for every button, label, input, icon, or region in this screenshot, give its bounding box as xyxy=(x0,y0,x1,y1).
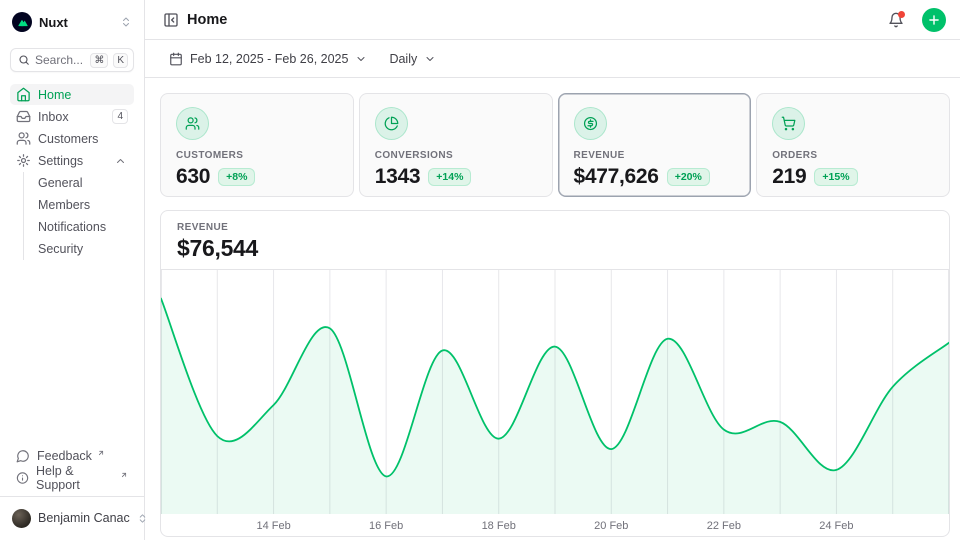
feedback-label: Feedback xyxy=(37,449,92,463)
sidebar-item-label: Customers xyxy=(38,132,128,146)
app-window: Nuxt Search... ⌘ K Home Inbox 4 xyxy=(0,0,960,540)
sidebar-item-home[interactable]: Home xyxy=(10,84,134,105)
sidebar-item-security[interactable]: Security xyxy=(24,238,134,260)
sidebar-item-label: General xyxy=(38,176,128,190)
sidebar: Nuxt Search... ⌘ K Home Inbox 4 xyxy=(0,0,145,540)
help-support-label: Help & Support xyxy=(36,464,115,492)
page-title: Home xyxy=(187,12,874,28)
nuxt-logo-icon xyxy=(12,12,32,32)
sidebar-item-label: Home xyxy=(38,88,128,102)
sidebar-item-members[interactable]: Members xyxy=(24,194,134,216)
stat-change-badge: +14% xyxy=(428,168,471,186)
svg-text:22 Feb: 22 Feb xyxy=(707,520,741,532)
panel-left-close-icon xyxy=(163,12,179,28)
svg-text:14 Feb: 14 Feb xyxy=(256,520,290,532)
stat-card-revenue[interactable]: REVENUE $477,626 +20% xyxy=(558,93,752,197)
sidebar-item-customers[interactable]: Customers xyxy=(10,128,134,149)
sidebar-footer: Feedback Help & Support Benjamin Canac xyxy=(10,445,134,532)
notification-dot xyxy=(898,11,905,18)
user-name: Benjamin Canac xyxy=(38,511,130,525)
sidebar-item-notifications[interactable]: Notifications xyxy=(24,216,134,238)
stat-label: CONVERSIONS xyxy=(375,150,537,161)
date-range-picker[interactable]: Feb 12, 2025 - Feb 26, 2025 xyxy=(169,52,367,66)
circle-dollar-icon xyxy=(574,107,607,140)
stat-card-orders[interactable]: ORDERS 219 +15% xyxy=(756,93,950,197)
chevron-down-icon xyxy=(355,53,367,65)
arrow-up-right-icon xyxy=(97,446,105,460)
home-icon xyxy=(16,87,31,102)
sidebar-item-label: Members xyxy=(38,198,128,212)
svg-text:18 Feb: 18 Feb xyxy=(482,520,516,532)
chart-title: REVENUE xyxy=(177,222,933,233)
filterbar: Feb 12, 2025 - Feb 26, 2025 Daily xyxy=(145,40,960,78)
stat-change-badge: +20% xyxy=(667,168,710,186)
user-menu[interactable]: Benjamin Canac xyxy=(10,504,134,532)
stat-value: 219 xyxy=(772,165,806,189)
notifications-button[interactable] xyxy=(882,6,910,34)
area-chart-svg: 14 Feb 16 Feb 18 Feb 20 Feb 22 Feb 24 Feb xyxy=(161,270,949,536)
message-circle-icon xyxy=(16,449,30,463)
sidebar-item-label: Notifications xyxy=(38,220,128,234)
stat-label: REVENUE xyxy=(574,150,736,161)
stat-value: 1343 xyxy=(375,165,421,189)
users-icon xyxy=(176,107,209,140)
calendar-icon xyxy=(169,52,183,66)
kbd-meta: ⌘ xyxy=(90,53,108,68)
inbox-icon xyxy=(16,109,31,124)
search-icon xyxy=(18,54,30,66)
period-label: Daily xyxy=(389,52,417,66)
sidebar-item-settings[interactable]: Settings xyxy=(10,150,134,171)
chevron-up-icon xyxy=(113,155,128,167)
date-range-label: Feb 12, 2025 - Feb 26, 2025 xyxy=(190,52,348,66)
pie-chart-icon xyxy=(375,107,408,140)
help-support-link[interactable]: Help & Support xyxy=(10,467,134,489)
search-placeholder: Search... xyxy=(35,53,85,67)
sidebar-divider xyxy=(0,496,144,497)
main-panel: Home Feb 12, 2025 - Feb 26, 2025 Daily xyxy=(145,0,960,540)
gear-icon xyxy=(16,153,31,168)
workspace-name: Nuxt xyxy=(39,15,113,30)
sidebar-item-general[interactable]: General xyxy=(24,172,134,194)
sidebar-nav: Home Inbox 4 Customers Settings Gener xyxy=(10,84,134,260)
info-circle-icon xyxy=(16,471,29,485)
collapse-sidebar-button[interactable] xyxy=(163,12,179,28)
arrow-up-right-icon xyxy=(120,468,128,482)
stat-value: $477,626 xyxy=(574,165,659,189)
chevron-down-icon xyxy=(424,53,436,65)
chevrons-up-down-icon xyxy=(120,16,132,28)
revenue-chart-card: REVENUE $76,544 14 Feb 16 Feb 18 Feb 20 Feb… xyxy=(160,210,950,537)
plus-icon xyxy=(927,13,941,27)
svg-text:16 Feb: 16 Feb xyxy=(369,520,403,532)
svg-text:20 Feb: 20 Feb xyxy=(594,520,628,532)
sidebar-item-inbox[interactable]: Inbox 4 xyxy=(10,106,134,127)
shopping-cart-icon xyxy=(772,107,805,140)
stat-change-badge: +15% xyxy=(814,168,857,186)
avatar xyxy=(12,509,31,528)
stat-label: ORDERS xyxy=(772,150,934,161)
period-select[interactable]: Daily xyxy=(389,52,436,66)
sidebar-item-label: Security xyxy=(38,242,128,256)
chart-header: REVENUE $76,544 xyxy=(161,211,949,270)
stat-change-badge: +8% xyxy=(218,168,255,186)
sidebar-item-label: Settings xyxy=(38,154,106,168)
stat-value: 630 xyxy=(176,165,210,189)
content: CUSTOMERS 630 +8% CONVERSIONS 1343 +14% xyxy=(145,78,960,540)
add-button[interactable] xyxy=(922,8,946,32)
search-input[interactable]: Search... ⌘ K xyxy=(10,48,134,72)
kbd-k: K xyxy=(113,53,128,68)
workspace-switcher[interactable]: Nuxt xyxy=(10,8,134,36)
stat-card-conversions[interactable]: CONVERSIONS 1343 +14% xyxy=(359,93,553,197)
stat-card-customers[interactable]: CUSTOMERS 630 +8% xyxy=(160,93,354,197)
sidebar-item-label: Inbox xyxy=(38,110,105,124)
inbox-count-badge: 4 xyxy=(112,109,128,124)
svg-text:24 Feb: 24 Feb xyxy=(819,520,853,532)
revenue-chart[interactable]: 14 Feb 16 Feb 18 Feb 20 Feb 22 Feb 24 Feb xyxy=(161,270,949,536)
users-icon xyxy=(16,131,31,146)
stat-label: CUSTOMERS xyxy=(176,150,338,161)
chart-current-value: $76,544 xyxy=(177,235,933,262)
topbar: Home xyxy=(145,0,960,40)
stats-row: CUSTOMERS 630 +8% CONVERSIONS 1343 +14% xyxy=(160,93,950,197)
settings-subnav: General Members Notifications Security xyxy=(23,172,134,260)
